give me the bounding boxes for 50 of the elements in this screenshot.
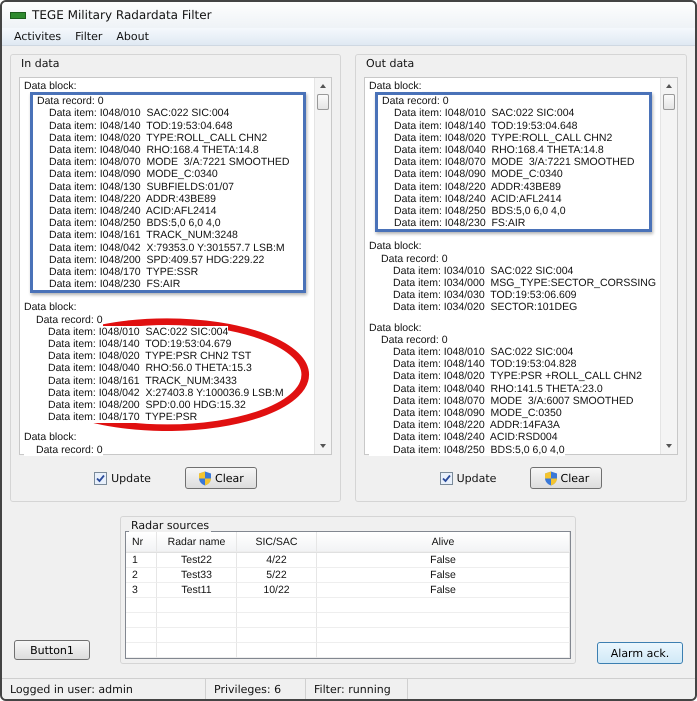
column-header[interactable]: SIC/SAC (237, 532, 317, 552)
table-row[interactable]: 1 Test22 4/22 False (126, 553, 570, 568)
check-icon (96, 474, 106, 482)
empty-cell (126, 598, 157, 613)
scrollbar[interactable] (660, 78, 677, 454)
table-cell: False (317, 568, 570, 583)
table-cell: 4/22 (237, 553, 317, 568)
table-cell: Test11 (157, 583, 237, 598)
clear-button[interactable]: Clear (184, 467, 257, 489)
column-header[interactable]: Nr (126, 532, 157, 552)
scrollbar-thumb[interactable] (663, 94, 675, 110)
column-header[interactable]: Radar name (157, 532, 237, 552)
column-header[interactable]: Alive (317, 532, 570, 552)
empty-cell (126, 643, 157, 658)
empty-cell (126, 613, 157, 628)
table-cell: 1 (126, 553, 157, 568)
group-title: In data (19, 57, 62, 70)
status-text: Privileges: 6 (206, 679, 306, 699)
table-cell: 3 (126, 583, 157, 598)
app-icon (10, 12, 26, 18)
clear-button[interactable]: Clear (530, 467, 602, 489)
shield-icon (544, 470, 558, 486)
scrollbar-thumb[interactable] (317, 94, 330, 110)
table-cell: 2 (126, 568, 157, 583)
update-checkbox[interactable]: Update (440, 472, 496, 484)
table-row[interactable]: 2 Test33 5/22 False (126, 568, 570, 583)
window-title: TEGE Military Radardata Filter (32, 8, 212, 22)
menu-item[interactable]: Filter (75, 30, 102, 43)
table-cell: Test33 (157, 568, 237, 583)
table-cell: 10/22 (237, 583, 317, 598)
table-cell: False (317, 583, 570, 598)
status-text: Logged in user: admin (2, 679, 206, 699)
menu-item[interactable]: About (116, 30, 149, 43)
alarm-ack-button[interactable]: Alarm ack. (597, 642, 683, 664)
log-list[interactable] (19, 77, 332, 455)
group-title: Radar sources (129, 519, 212, 532)
update-checkbox[interactable]: Update (94, 472, 151, 484)
table-row[interactable]: 3 Test11 10/22 False (126, 583, 570, 598)
log-list[interactable] (364, 77, 678, 455)
group-title: Out data (364, 57, 416, 70)
table-cell: False (317, 553, 570, 568)
table-cell: Test22 (157, 553, 237, 568)
status-text: Filter: running (306, 679, 408, 699)
shield-icon (198, 470, 212, 486)
table-cell: 5/22 (237, 568, 317, 583)
button[interactable]: Button1 (14, 640, 90, 660)
menu-item[interactable]: Activites (14, 30, 62, 43)
check-icon (442, 474, 451, 482)
scrollbar[interactable] (314, 78, 332, 454)
empty-cell (126, 628, 157, 643)
